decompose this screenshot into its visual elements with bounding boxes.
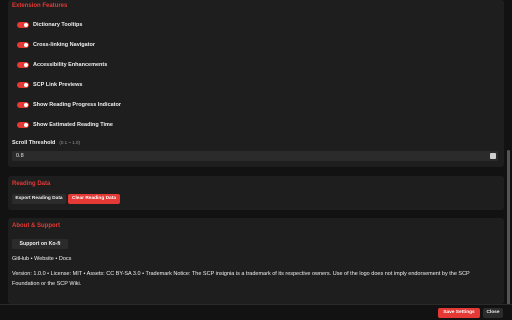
scroll-threshold-hint: (0.1 ~ 1.0)	[59, 140, 81, 145]
scroll-threshold-label: Scroll Threshold (0.1 ~ 1.0)	[12, 140, 80, 146]
reading-time-toggle[interactable]	[17, 122, 29, 128]
support-kofi-button[interactable]: Support on Ko-fi	[12, 239, 68, 249]
toggle-row-dictionary-tooltips[interactable]: Dictionary Tooltips	[17, 20, 82, 30]
toggle-row-accessibility-enhancements[interactable]: Accessibility Enhancements	[17, 60, 107, 70]
reading-data-section: Reading Data Export Reading Data Clear R…	[8, 176, 504, 210]
toggle-row-cross-linking-navigator[interactable]: Cross-linking Navigator	[17, 40, 95, 50]
toggle-row-scp-link-previews[interactable]: SCP Link Previews	[17, 80, 82, 90]
toggle-label: Dictionary Tooltips	[33, 22, 83, 28]
toggle-label: Accessibility Enhancements	[33, 62, 108, 68]
toggle-row-reading-time[interactable]: Show Estimated Reading Time	[17, 120, 113, 130]
extension-features-section: Extension Features Dictionary Tooltips C…	[8, 0, 504, 167]
about-support-title: About & Support	[12, 223, 60, 229]
save-settings-button[interactable]: Save Settings	[438, 308, 480, 318]
toggle-label: SCP Link Previews	[33, 82, 83, 88]
accessibility-enhancements-toggle[interactable]	[17, 62, 29, 68]
close-button[interactable]: Close	[483, 308, 503, 318]
cross-linking-navigator-toggle[interactable]	[17, 42, 29, 48]
scroll-threshold-label-text: Scroll Threshold	[12, 140, 56, 146]
scp-link-previews-toggle[interactable]	[17, 82, 29, 88]
toggle-row-reading-progress[interactable]: Show Reading Progress Indicator	[17, 100, 121, 110]
reading-progress-toggle[interactable]	[17, 102, 29, 108]
legal-text: Version: 1.0.0 • License: MIT • Assets: …	[12, 271, 470, 287]
clear-reading-data-button[interactable]: Clear Reading Data	[68, 194, 120, 204]
spinner-icon[interactable]	[490, 153, 496, 159]
extension-features-title: Extension Features	[12, 3, 68, 9]
dictionary-tooltips-toggle[interactable]	[17, 22, 29, 28]
scroll-threshold-input[interactable]: 0.8	[12, 151, 498, 161]
scroll-threshold-value: 0.8	[16, 153, 24, 159]
footer-bar: Save Settings Close	[0, 304, 512, 320]
settings-scroll-area[interactable]: Extension Features Dictionary Tooltips C…	[0, 0, 512, 304]
links-text[interactable]: GitHub • Website • Docs	[12, 256, 71, 262]
scrollbar[interactable]	[507, 150, 510, 304]
about-support-section: About & Support Support on Ko-fi GitHub …	[8, 218, 504, 304]
toggle-label: Show Reading Progress Indicator	[33, 102, 122, 108]
export-reading-data-button[interactable]: Export Reading Data	[12, 194, 66, 204]
toggle-label: Show Estimated Reading Time	[33, 122, 113, 128]
reading-data-title: Reading Data	[12, 181, 51, 187]
toggle-label: Cross-linking Navigator	[33, 42, 96, 48]
